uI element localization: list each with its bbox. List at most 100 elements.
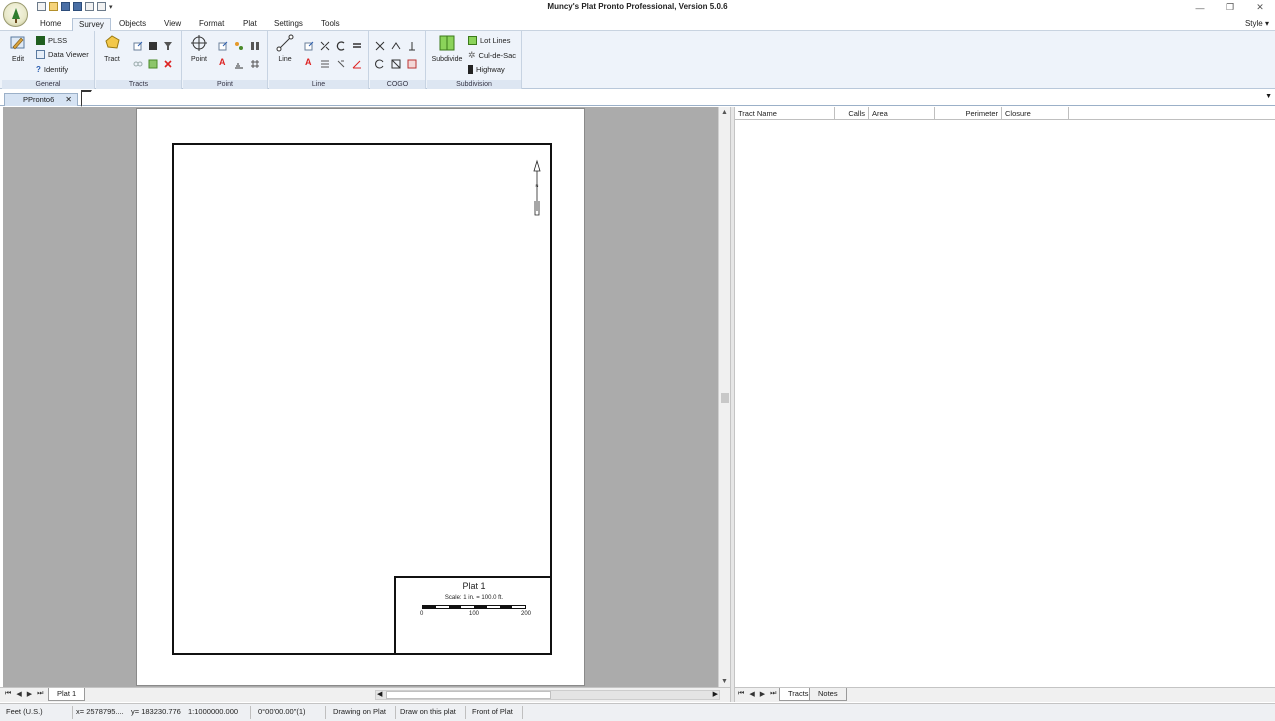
cul-de-sac-button[interactable]: ✲ Cul-de-Sac — [468, 50, 516, 61]
point-elevation-icon[interactable] — [234, 59, 244, 69]
next-sheet-icon[interactable]: ▶ — [27, 690, 32, 698]
cogo-mirror-icon[interactable] — [407, 59, 417, 69]
line-label-text-icon[interactable]: A — [305, 57, 315, 67]
first-sheet-icon[interactable]: ⏮ — [5, 690, 11, 698]
tab-survey[interactable]: Survey — [72, 18, 111, 31]
scroll-down-icon[interactable]: ▼ — [721, 678, 728, 685]
line-export-icon[interactable] — [304, 41, 314, 51]
tab-view[interactable]: View — [158, 18, 187, 31]
lot-lines-button[interactable]: Lot Lines — [468, 36, 510, 45]
tract-shade-icon[interactable] — [148, 59, 158, 69]
grid-next-icon[interactable]: ▶ — [760, 690, 765, 698]
close-button[interactable]: ✕ — [1245, 0, 1275, 15]
tract-filter-icon[interactable] — [163, 41, 173, 51]
scroll-up-icon[interactable]: ▲ — [721, 109, 728, 116]
tab-notes[interactable]: Notes — [809, 688, 847, 701]
close-document-icon[interactable]: ✕ — [65, 94, 72, 105]
horizontal-scroll-thumb[interactable] — [386, 691, 551, 699]
cogo-offset-icon[interactable] — [407, 41, 417, 51]
tab-tools[interactable]: Tools — [315, 18, 346, 31]
menu-bar: Home Survey Objects View Format Plat Set… — [0, 16, 1275, 31]
drawing-canvas[interactable]: N Plat 1 Scale: 1 in. = 100.0 ft. 0 100 … — [3, 107, 718, 687]
canvas-vertical-scrollbar[interactable]: ▲ ▼ — [718, 107, 730, 687]
highway-button[interactable]: Highway — [468, 65, 505, 74]
last-sheet-icon[interactable]: ⏭ — [37, 690, 43, 698]
tract-label: Tract — [104, 56, 120, 63]
plat-page[interactable]: N Plat 1 Scale: 1 in. = 100.0 ft. 0 100 … — [136, 108, 585, 686]
tract-fill-icon[interactable] — [148, 41, 158, 51]
column-closure[interactable]: Closure — [1002, 107, 1069, 120]
window-title: Muncy's Plat Pronto Professional, Versio… — [547, 2, 728, 11]
style-dropdown[interactable]: Style ▾ — [1245, 19, 1269, 28]
line-split-icon[interactable] — [320, 41, 330, 51]
tract-link-icon[interactable] — [133, 59, 143, 69]
grid-first-icon[interactable]: ⏮ — [738, 690, 744, 698]
tab-plat[interactable]: Plat — [237, 18, 263, 31]
subdivide-icon — [439, 35, 455, 51]
identify-button[interactable]: ? Identify — [36, 65, 68, 74]
subdivide-button[interactable]: Subdivide — [431, 34, 463, 63]
point-label-text-icon[interactable]: A — [219, 57, 229, 67]
scale-tick-200: 200 — [521, 611, 532, 617]
tab-home[interactable]: Home — [34, 18, 67, 31]
tract-export-icon[interactable] — [133, 41, 143, 51]
curve-icon[interactable] — [336, 41, 346, 51]
scroll-thumb[interactable] — [721, 393, 729, 403]
point-style-icon[interactable] — [234, 41, 244, 51]
cogo-scale-icon[interactable] — [391, 59, 401, 69]
status-plat-side: Front of Plat — [472, 707, 513, 716]
column-calls[interactable]: Calls — [835, 107, 869, 120]
edit-button[interactable]: Edit — [6, 34, 30, 63]
tract-grid-header: Tract Name Calls Area Perimeter Closure — [735, 107, 1275, 120]
app-logo-icon[interactable] — [3, 2, 28, 27]
plss-button[interactable]: PLSS — [36, 36, 67, 45]
status-bar: Feet (U.S.) x= 2578795.... y= 183230.776… — [0, 703, 1275, 721]
tract-button[interactable]: Tract — [100, 34, 124, 63]
data-viewer-button[interactable]: Data Viewer — [36, 50, 89, 59]
tab-format[interactable]: Format — [193, 18, 230, 31]
point-label: Point — [191, 56, 207, 63]
line-button[interactable]: Line — [273, 34, 297, 63]
group-label-point: Point — [183, 80, 267, 89]
plss-icon — [36, 36, 45, 45]
grid-prev-icon[interactable]: ◀ — [749, 690, 754, 698]
line-list-icon[interactable] — [320, 59, 330, 69]
column-perimeter[interactable]: Perimeter — [935, 107, 1002, 120]
grid-last-icon[interactable]: ⏭ — [770, 690, 776, 698]
cogo-traverse-icon[interactable] — [391, 41, 401, 51]
group-general: Edit PLSS Data Viewer ? Identify General — [2, 31, 95, 89]
column-area[interactable]: Area — [869, 107, 935, 120]
tab-objects[interactable]: Objects — [113, 18, 152, 31]
sheet-tab-plat-1[interactable]: Plat 1 — [48, 688, 86, 701]
angle-icon[interactable] — [352, 59, 362, 69]
prev-sheet-icon[interactable]: ◀ — [16, 690, 21, 698]
group-cogo: COGO — [370, 31, 426, 89]
highway-icon — [468, 65, 473, 74]
canvas-horizontal-scrollbar[interactable]: ◀ ▶ — [375, 690, 720, 700]
line-icon — [276, 34, 294, 52]
rotate-icon[interactable] — [375, 59, 385, 69]
column-tract-name[interactable]: Tract Name — [735, 107, 835, 120]
status-y-coordinate: y= 183230.776 — [131, 707, 181, 716]
scroll-left-icon[interactable]: ◀ — [377, 690, 382, 698]
tract-icon — [105, 35, 120, 49]
tab-list-dropdown-icon[interactable]: ▼ — [1265, 93, 1272, 100]
delete-tract-icon[interactable] — [163, 59, 173, 69]
data-viewer-icon — [36, 50, 45, 59]
tab-settings[interactable]: Settings — [268, 18, 309, 31]
point-button[interactable]: Point — [187, 34, 211, 63]
minimize-button[interactable]: — — [1185, 0, 1215, 15]
restore-button[interactable]: ❐ — [1215, 0, 1245, 15]
group-label-subdivision: Subdivision — [427, 80, 521, 89]
line-offset-icon[interactable] — [336, 59, 346, 69]
point-grid-icon[interactable] — [250, 59, 260, 69]
line-weight-icon[interactable] — [352, 41, 362, 51]
point-list-icon[interactable] — [250, 41, 260, 51]
edit-icon — [10, 36, 25, 50]
scroll-right-icon[interactable]: ▶ — [713, 690, 718, 698]
intersect-icon[interactable] — [375, 41, 385, 51]
point-export-icon[interactable] — [218, 41, 228, 51]
tract-grid[interactable]: Tract Name Calls Area Perimeter Closure — [735, 107, 1275, 687]
document-tab[interactable]: PPronto6 ✕ — [4, 93, 78, 106]
plss-label: PLSS — [48, 36, 68, 45]
